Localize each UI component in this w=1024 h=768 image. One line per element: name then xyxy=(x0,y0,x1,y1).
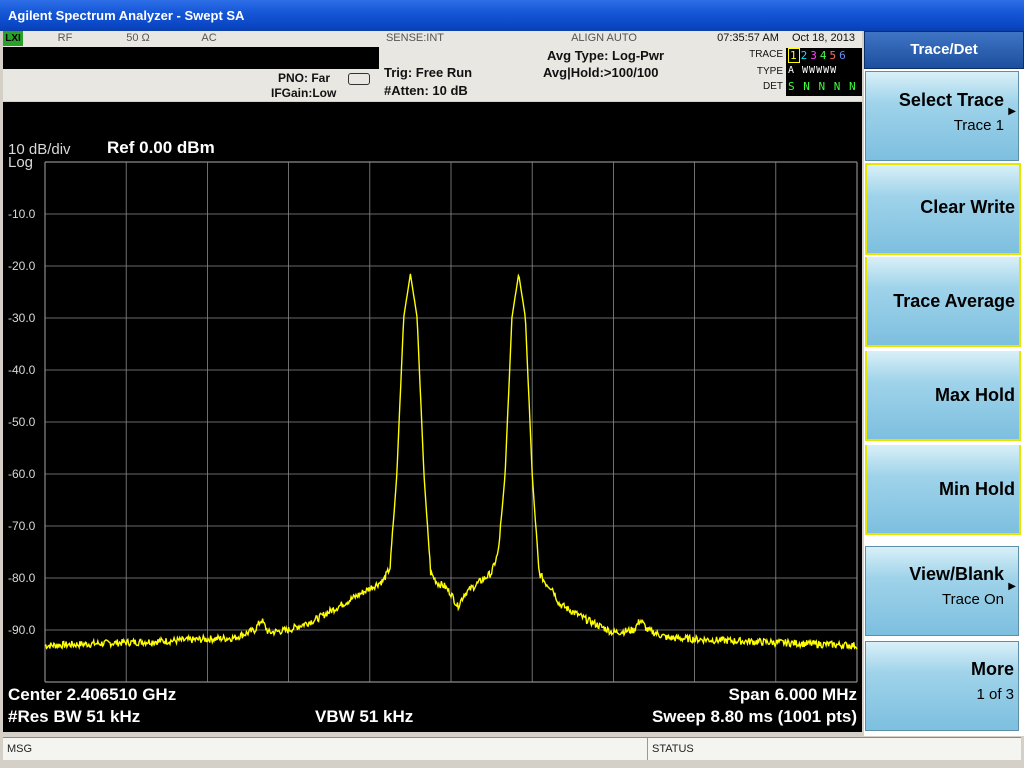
y-tick-label: -60.0 xyxy=(8,467,36,481)
message-strip xyxy=(3,47,379,69)
avg-hold-setting[interactable]: Avg|Hold:>100/100 xyxy=(543,65,659,80)
input-indicator: RF xyxy=(23,31,108,46)
trace-label: TRACE xyxy=(749,49,783,60)
align-indicator: ALIGN AUTO xyxy=(497,31,712,46)
trace-type-row: A WWWWW xyxy=(788,65,838,76)
trace-1-indicator: 1 xyxy=(788,48,800,63)
trace-numbers-row: 123456 xyxy=(788,48,848,63)
window-title-bar[interactable]: Agilent Spectrum Analyzer - Swept SA xyxy=(0,0,1024,31)
y-tick-label: -80.0 xyxy=(8,571,36,585)
trace-2-indicator: 2 xyxy=(800,49,809,62)
view-blank-button[interactable]: View/Blank ▶ Trace On xyxy=(865,546,1019,636)
trace-5-indicator: 5 xyxy=(829,49,838,62)
trace-average-button[interactable]: Trace Average xyxy=(865,257,1021,347)
select-trace-value: Trace 1 xyxy=(953,117,1004,134)
select-trace-button[interactable]: Select Trace ▶ Trace 1 xyxy=(865,71,1019,161)
window-title: Agilent Spectrum Analyzer - Swept SA xyxy=(8,8,245,23)
min-hold-label: Min Hold xyxy=(939,479,1015,499)
graticule xyxy=(44,161,858,683)
view-blank-value: Trace On xyxy=(942,591,1004,608)
center-frequency[interactable]: Center 2.406510 GHz xyxy=(8,685,176,705)
status-field: STATUS xyxy=(652,743,694,755)
ifgain-setting[interactable]: IFGain:Low xyxy=(271,86,336,100)
message-field: MSG xyxy=(3,738,648,760)
avg-type-setting[interactable]: Avg Type: Log-Pwr xyxy=(547,48,664,63)
trace-det-row: S N N N N N xyxy=(788,80,872,93)
status-bar: MSG STATUS xyxy=(3,737,1021,760)
sweep-time[interactable]: Sweep 8.80 ms (1001 pts) xyxy=(652,707,857,727)
resolution-bandwidth[interactable]: #Res BW 51 kHz xyxy=(8,707,140,727)
settings-blank-cell xyxy=(249,31,334,46)
more-label: More xyxy=(970,659,1014,679)
trace-average-label: Trace Average xyxy=(893,291,1015,311)
clear-write-button[interactable]: Clear Write xyxy=(865,163,1021,255)
impedance-indicator: 50 Ω xyxy=(107,31,170,46)
submenu-arrow-icon: ▶ xyxy=(1008,106,1016,117)
y-tick-labels: -10.0 -20.0 -30.0 -40.0 -50.0 -60.0 -70.0 -80.0… xyxy=(8,207,36,637)
y-tick-label: -30.0 xyxy=(8,311,36,325)
y-tick-label: -50.0 xyxy=(8,415,36,429)
sense-indicator: SENSE:INT xyxy=(333,31,498,46)
trace-6-indicator: 6 xyxy=(839,49,847,62)
select-trace-label: Select Trace xyxy=(898,90,1004,110)
spectrum-plot: -10.0 -20.0 -30.0 -40.0 -50.0 -60.0 -70.0 -80.0… xyxy=(8,161,858,683)
trace-status-box: 123456 A WWWWW S N N N N N xyxy=(786,48,871,96)
softkey-panel: Trace/Det Select Trace ▶ Trace 1 Clear W… xyxy=(864,31,1024,736)
y-tick-label: -90.0 xyxy=(8,623,36,637)
submenu-arrow-icon: ▶ xyxy=(1008,581,1016,592)
trigger-setting[interactable]: Trig: Free Run xyxy=(384,65,472,80)
y-tick-label: -10.0 xyxy=(8,207,36,221)
coupling-indicator: AC xyxy=(169,31,250,46)
type-label: TYPE xyxy=(756,66,783,77)
trigger-icon xyxy=(348,73,370,85)
clock-time: 07:35:57 AM xyxy=(711,31,786,46)
max-hold-label: Max Hold xyxy=(934,385,1015,405)
video-bandwidth[interactable]: VBW 51 kHz xyxy=(315,707,413,727)
y-tick-label: -70.0 xyxy=(8,519,36,533)
softkey-menu-title: Trace/Det xyxy=(864,31,1024,69)
settings-panel: LXI RF 50 Ω AC SENSE:INT ALIGN AUTO 07:3… xyxy=(3,31,871,101)
more-button[interactable]: More 1 of 3 xyxy=(865,641,1019,731)
spectrum-display[interactable]: 10 dB/div Log Ref 0.00 dBm -10.0 -20.0 -30… xyxy=(3,102,862,732)
attenuation-setting[interactable]: #Atten: 10 dB xyxy=(384,83,468,98)
lxi-icon: LXI xyxy=(3,31,24,46)
view-blank-label: View/Blank xyxy=(909,564,1004,584)
max-hold-button[interactable]: Max Hold xyxy=(865,351,1021,441)
trace-3-indicator: 3 xyxy=(810,49,818,62)
det-label: DET xyxy=(763,81,783,92)
pno-setting[interactable]: PNO: Far xyxy=(278,71,330,85)
y-tick-label: -40.0 xyxy=(8,363,36,377)
min-hold-button[interactable]: Min Hold xyxy=(865,445,1021,535)
clock-date: Oct 18, 2013 xyxy=(785,31,862,46)
clear-write-label: Clear Write xyxy=(920,197,1015,217)
span[interactable]: Span 6.000 MHz xyxy=(729,685,858,705)
y-tick-label: -20.0 xyxy=(8,259,36,273)
trace-4-indicator: 4 xyxy=(819,49,828,62)
more-page-indicator: 1 of 3 xyxy=(976,686,1014,703)
